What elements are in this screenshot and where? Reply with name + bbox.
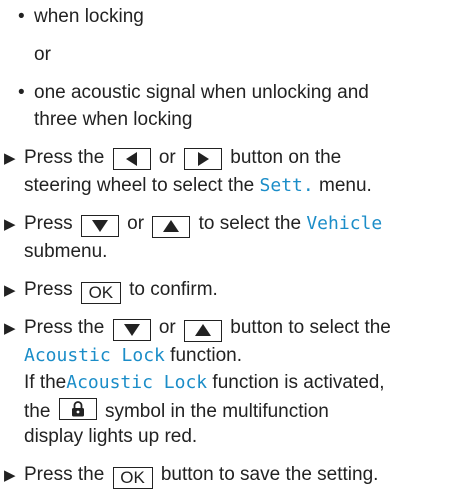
bullet-icon: •: [18, 6, 25, 27]
down-arrow-button-icon: [80, 215, 119, 237]
step-text: Press: [24, 279, 73, 300]
step-text: the: [24, 401, 51, 422]
step-line: steering wheel to select the Sett. menu.: [24, 174, 372, 198]
step-line: Press the or button to select the: [24, 316, 391, 342]
step-text: Press the: [24, 464, 105, 485]
step-text: or: [127, 213, 145, 234]
step-text: button to select the: [230, 317, 391, 338]
step-text: Press the: [24, 147, 105, 168]
bullet-icon: •: [18, 82, 25, 103]
step-text: to select the: [198, 213, 302, 234]
step-triangle-icon: ▶: [4, 150, 16, 167]
down-arrow-button-icon: [112, 319, 151, 341]
step-text: function.: [170, 345, 242, 366]
bullet-text: when locking: [34, 6, 144, 27]
step-text: If the: [24, 372, 67, 393]
step-text: steering wheel to select the: [24, 175, 255, 196]
step-text: or: [158, 317, 176, 338]
step-text: or: [158, 147, 176, 168]
menu-name-vehicle: Vehicle: [306, 213, 383, 234]
ok-button-icon: OK: [80, 282, 121, 304]
step-line: Press the or button on the: [24, 146, 341, 170]
function-name-acoustic-lock: Acoustic Lock: [66, 372, 208, 393]
or-text: or: [34, 44, 51, 65]
bullet-text: one acoustic signal when unlocking and: [34, 82, 369, 103]
step-line: Press or to select the Vehicle: [24, 212, 382, 238]
step-line: Press OK to confirm.: [24, 278, 218, 304]
step-text: Press the: [24, 317, 105, 338]
padlock-icon: [58, 398, 97, 420]
step-text: menu.: [319, 175, 372, 196]
left-arrow-button-icon: [112, 148, 151, 170]
step-line: If theAcoustic Lock function is activate…: [24, 371, 385, 395]
ok-button-icon: OK: [112, 467, 153, 489]
step-text: button to save the setting.: [160, 464, 379, 485]
step-text: submenu.: [24, 241, 108, 262]
up-arrow-button-icon: [152, 216, 191, 238]
step-triangle-icon: ▶: [4, 216, 16, 233]
function-name-acoustic-lock: Acoustic Lock: [24, 345, 165, 366]
step-triangle-icon: ▶: [4, 467, 16, 484]
menu-name-sett: Sett.: [259, 175, 314, 196]
up-arrow-button-icon: [184, 320, 223, 342]
step-text: symbol in the multifunction: [104, 401, 329, 422]
step-line: Press the OK button to save the setting.: [24, 463, 378, 489]
step-triangle-icon: ▶: [4, 320, 16, 337]
bullet-text: three when locking: [34, 109, 193, 130]
step-text: to confirm.: [129, 279, 218, 300]
step-line: the symbol in the multifunction: [24, 398, 329, 424]
step-text: Press: [24, 213, 73, 234]
step-text: function is activated,: [212, 372, 385, 393]
step-text: button on the: [230, 147, 342, 168]
right-arrow-button-icon: [184, 148, 223, 170]
step-triangle-icon: ▶: [4, 282, 16, 299]
step-line: Acoustic Lock function.: [24, 344, 242, 368]
step-text: display lights up red.: [24, 426, 198, 447]
